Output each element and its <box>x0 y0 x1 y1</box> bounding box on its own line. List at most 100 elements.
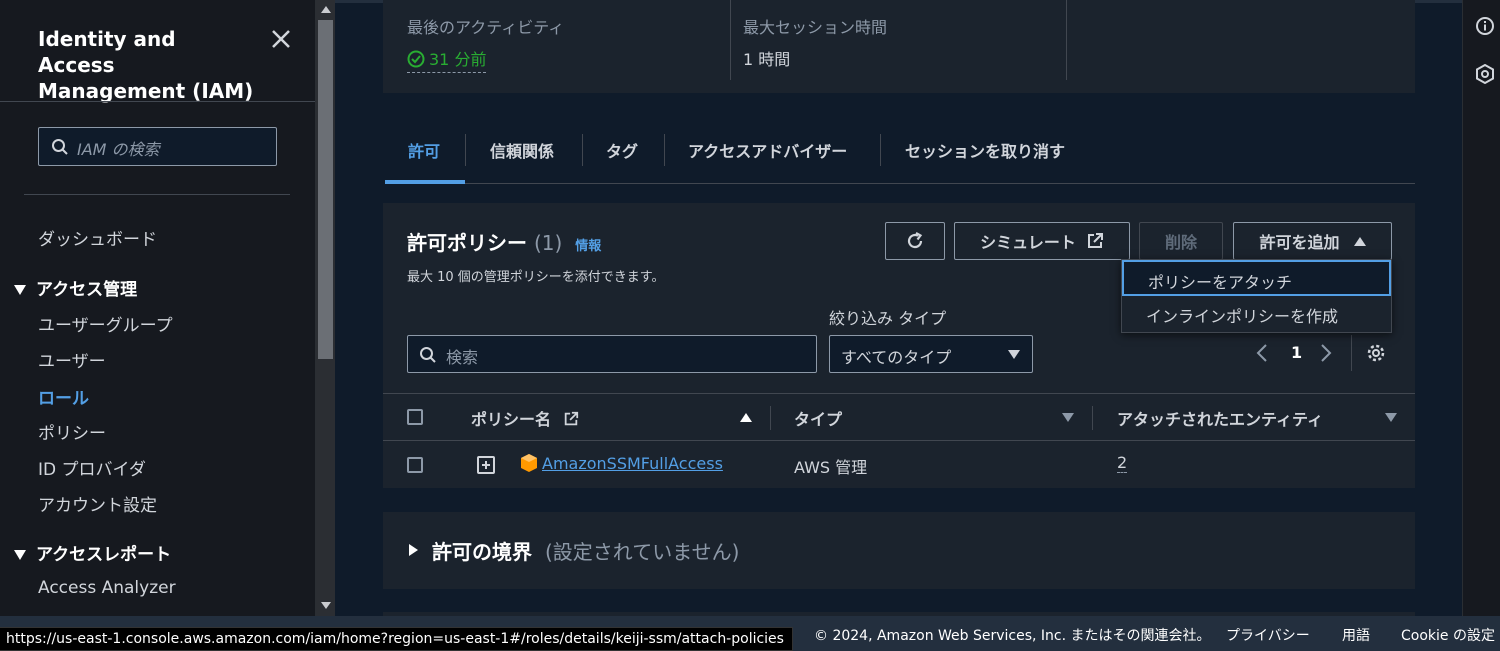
divider <box>582 134 583 166</box>
sidebar-search-input[interactable]: IAM の検索 <box>38 127 277 166</box>
sidebar-item-dashboard[interactable]: ダッシュボード <box>38 225 157 250</box>
sort-icon[interactable] <box>1385 413 1397 422</box>
aws-managed-policy-icon <box>521 454 537 472</box>
menu-item-attach-policy[interactable]: ポリシーをアタッチ <box>1122 260 1391 296</box>
external-link-icon <box>1087 233 1103 248</box>
add-permissions-menu: ポリシーをアタッチ インラインポリシーを作成 <box>1121 259 1392 333</box>
max-session-label: 最大セッション時間 <box>743 18 888 37</box>
column-policy-name[interactable]: ポリシー名 <box>471 406 579 430</box>
last-activity-label: 最後のアクティビティ <box>407 18 565 37</box>
tab-trust-relationships[interactable]: 信頼関係 <box>490 138 554 162</box>
footer-privacy-link[interactable]: プライバシー <box>1226 625 1310 645</box>
permissions-description: 最大 10 個の管理ポリシーを添付できます。 <box>407 270 665 285</box>
divider <box>664 134 665 166</box>
table-header: ポリシー名 タイプ アタッチされたエンティティ <box>383 393 1415 441</box>
gear-icon[interactable] <box>1366 343 1386 363</box>
tab-tags[interactable]: タグ <box>606 138 638 162</box>
sidebar-item-access-analyzer[interactable]: Access Analyzer <box>38 578 176 598</box>
divider <box>465 134 466 166</box>
divider <box>0 101 315 102</box>
column-attached-entities[interactable]: アタッチされたエンティティ <box>1117 406 1323 430</box>
boundary-status: (設定されていません) <box>545 540 740 564</box>
menu-item-create-inline-policy[interactable]: インラインポリシーを作成 <box>1122 296 1391 332</box>
row-checkbox[interactable] <box>407 457 423 473</box>
simulate-label: シミュレート <box>980 233 1076 252</box>
sidebar-scrollbar[interactable] <box>316 0 335 616</box>
policy-search-input[interactable]: 検索 <box>407 335 817 373</box>
sidebar-item-identity-providers[interactable]: ID プロバイダ <box>38 455 146 480</box>
divider <box>770 406 771 430</box>
external-link-icon <box>564 411 578 426</box>
simulate-button[interactable]: シミュレート <box>954 222 1130 260</box>
policy-count: (1) <box>533 231 563 255</box>
role-summary-panel: 最後のアクティビティ 31 分前 最大セッション時間 1 時間 <box>383 0 1415 93</box>
chevron-left-icon[interactable] <box>1255 343 1269 363</box>
sidebar-item-user-groups[interactable]: ユーザーグループ <box>38 311 173 336</box>
tab-revoke-sessions[interactable]: セッションを取り消す <box>905 138 1065 162</box>
sort-icon[interactable] <box>1062 413 1074 422</box>
last-activity-text: 31 分前 <box>429 50 487 69</box>
sidebar-item-policies[interactable]: ポリシー <box>38 419 106 444</box>
help-panel-icon[interactable] <box>1475 64 1495 84</box>
refresh-button[interactable] <box>885 222 945 260</box>
delete-label: 削除 <box>1164 233 1197 252</box>
sidebar-item-account-settings[interactable]: アカウント設定 <box>38 491 157 516</box>
last-activity: 最後のアクティビティ 31 分前 <box>407 14 564 73</box>
divider <box>1092 406 1093 430</box>
divider <box>1351 335 1352 371</box>
scroll-down-icon[interactable] <box>321 602 331 609</box>
add-permissions-button[interactable]: 許可を追加 <box>1233 222 1392 260</box>
info-icon[interactable] <box>1475 16 1495 36</box>
permissions-title: 許可ポリシー (1) 情報 <box>407 227 601 256</box>
section-label: アクセス管理 <box>36 280 138 300</box>
sidebar-section-access[interactable]: アクセス管理 <box>14 275 137 300</box>
filter-type-value: すべてのタイプ <box>841 348 952 367</box>
footer-terms-link[interactable]: 用語 <box>1342 625 1370 645</box>
right-rail <box>1462 0 1500 616</box>
expand-row-icon[interactable] <box>477 456 495 474</box>
page-number[interactable]: 1 <box>1291 343 1302 362</box>
policy-name-link[interactable]: AmazonSSMFullAccess <box>542 454 723 473</box>
attached-entities-count[interactable]: 2 <box>1117 454 1128 473</box>
footer-copyright: © 2024, Amazon Web Services, Inc. またはその関… <box>814 628 1211 644</box>
filter-type-select[interactable]: すべてのタイプ <box>829 335 1033 373</box>
sidebar-item-roles[interactable]: ロール <box>38 384 89 409</box>
permissions-title-text: 許可ポリシー <box>407 231 527 255</box>
boundary-title: 許可の境界 <box>432 540 532 564</box>
caret-right-icon <box>409 544 418 556</box>
permissions-policies-panel: 許可ポリシー (1) 情報 最大 10 個の管理ポリシーを添付できます。 シミュ… <box>383 203 1415 488</box>
delete-button[interactable]: 削除 <box>1139 222 1223 260</box>
search-placeholder: 検索 <box>446 348 479 367</box>
column-type[interactable]: タイプ <box>794 406 842 430</box>
divider <box>730 0 731 80</box>
caret-down-icon <box>1008 350 1020 359</box>
search-icon <box>52 139 68 155</box>
sidebar-section-reports[interactable]: アクセスレポート <box>14 540 171 565</box>
column-label: ポリシー名 <box>471 410 552 429</box>
max-session: 最大セッション時間 1 時間 <box>743 14 887 70</box>
add-permissions-label: 許可を追加 <box>1259 233 1340 252</box>
chevron-right-icon[interactable] <box>1319 343 1333 363</box>
footer-cookie-link[interactable]: Cookie の設定 <box>1401 625 1495 645</box>
close-icon[interactable] <box>270 28 292 50</box>
caret-up-icon <box>1353 236 1366 246</box>
sidebar-item-users[interactable]: ユーザー <box>38 347 106 372</box>
section-label: アクセスレポート <box>36 545 172 565</box>
divider <box>1066 0 1067 80</box>
active-tab-indicator <box>385 180 465 184</box>
scroll-up-icon[interactable] <box>321 6 331 13</box>
sort-ascending-icon[interactable] <box>740 413 752 422</box>
scrollbar-thumb[interactable] <box>318 20 333 359</box>
info-link[interactable]: 情報 <box>575 239 601 254</box>
refresh-icon <box>907 232 923 249</box>
policy-type: AWS 管理 <box>794 458 868 477</box>
tab-permissions[interactable]: 許可 <box>408 138 440 162</box>
permissions-boundary-panel[interactable]: 許可の境界 (設定されていません) <box>383 512 1415 589</box>
sidebar: Identity and Access Management (IAM) IAM… <box>0 0 316 616</box>
tab-access-advisor[interactable]: アクセスアドバイザー <box>688 138 847 162</box>
caret-down-icon <box>14 550 26 560</box>
status-bar-url: https://us-east-1.console.aws.amazon.com… <box>0 627 793 651</box>
max-session-value: 1 時間 <box>743 50 791 69</box>
filter-type-label: 絞り込み タイプ <box>829 309 947 328</box>
select-all-checkbox[interactable] <box>407 409 423 425</box>
